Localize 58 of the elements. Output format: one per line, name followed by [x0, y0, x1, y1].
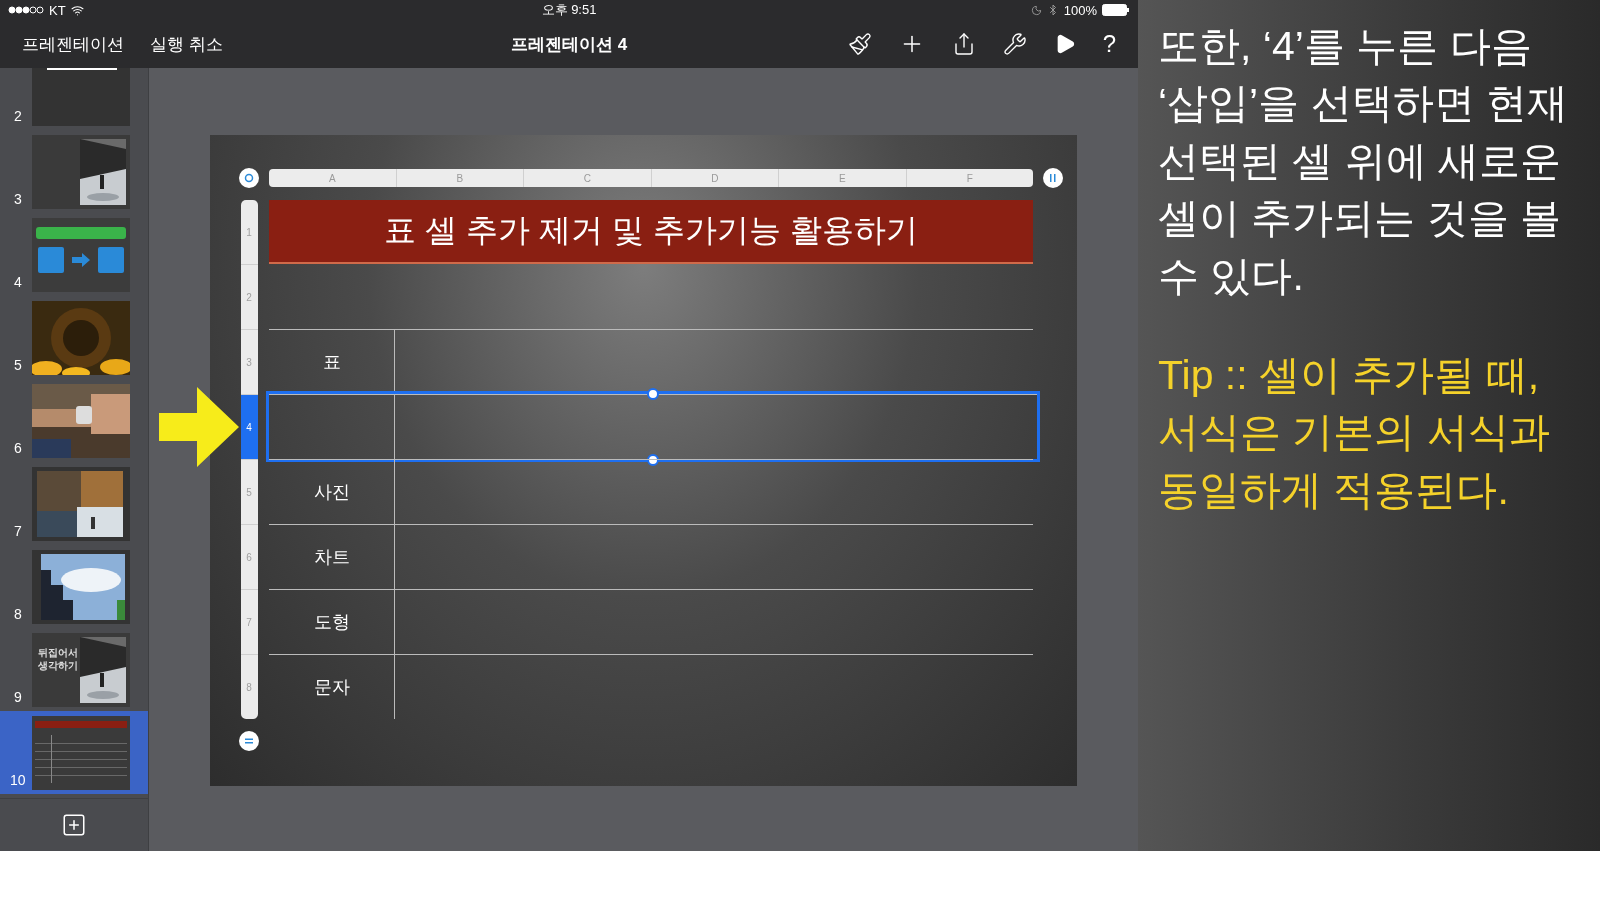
column-header[interactable]: D: [650, 169, 778, 187]
moon-icon: [1030, 4, 1042, 16]
row-header[interactable]: 6: [240, 524, 258, 589]
help-button[interactable]: ?: [1102, 30, 1116, 58]
slide-thumbnail[interactable]: 뒤집어서 생각하기: [31, 633, 130, 707]
slide-number: 3: [13, 191, 22, 207]
signal-icon: [8, 6, 44, 14]
wrench-icon[interactable]: [1002, 32, 1027, 56]
slide-number: 2: [13, 108, 22, 124]
column-header[interactable]: C: [523, 169, 651, 187]
column-header[interactable]: F: [905, 169, 1033, 187]
slide-item[interactable]: 3: [0, 130, 148, 213]
column-header[interactable]: B: [395, 169, 523, 187]
battery-percent: 100%: [1063, 2, 1097, 18]
arrow-icon: [156, 385, 241, 469]
table-cell-text: 문자: [313, 676, 350, 699]
table-cell-text: 차트: [313, 546, 350, 569]
carrier-name: KT: [49, 2, 66, 18]
row-header[interactable]: 2: [240, 264, 258, 329]
slide-number: 4: [13, 274, 22, 290]
slide-thumbnail[interactable]: [31, 218, 130, 292]
table-cell-text: 사진: [313, 481, 350, 504]
row-header[interactable]: 1: [240, 200, 258, 264]
back-button[interactable]: 프레젠테이션: [22, 32, 124, 56]
slide-item[interactable]: 9 뒤집어서 생각하기: [0, 628, 148, 711]
slide-number: 9: [13, 689, 22, 705]
caption-text: 또한, ‘4’를 누른 다음 ‘삽입’을 선택하면 현재 선택된 셀 위에 새로운 셀이 추가되는 것을 볼 수 있다.: [1158, 22, 1569, 301]
table-cell-text: 표: [322, 351, 341, 374]
slide-title: 표 셀 추가 제거 및 추가기능 활용하기: [384, 211, 918, 250]
column-resize-icon[interactable]: [1043, 168, 1063, 188]
undo-button[interactable]: 실행 취소: [150, 32, 223, 56]
slide-item[interactable]: 4: [0, 213, 148, 296]
slide-thumbnail[interactable]: [31, 68, 130, 126]
document-title: 프레젠테이션 4: [510, 33, 628, 56]
row-header[interactable]: 8: [240, 654, 258, 719]
table-cell-text: 도형: [313, 611, 350, 634]
caption-text: Tip :: 셀이 추가될 때, 서식은 기본의 서식과 동일하게 적용된다.: [1158, 350, 1551, 515]
slide-title: 뒤집어서 생각하기: [36, 647, 79, 672]
row-resize-icon[interactable]: [239, 731, 259, 751]
resize-handle[interactable]: [647, 454, 659, 466]
add-slide-icon[interactable]: [61, 812, 87, 838]
slide-thumbnail[interactable]: [31, 135, 130, 209]
slide-item[interactable]: 10: [0, 711, 148, 794]
slide-number: 5: [13, 357, 22, 373]
resize-handle[interactable]: [647, 388, 659, 400]
slide-item[interactable]: 2: [0, 68, 148, 130]
paintbrush-icon[interactable]: [847, 32, 872, 56]
slide-number: 8: [13, 606, 22, 622]
row-header[interactable]: 7: [240, 589, 258, 654]
slide-number: 7: [13, 523, 22, 539]
battery-icon: [1102, 4, 1130, 16]
table-handle[interactable]: [239, 168, 259, 188]
clock: 오후 9:51: [541, 1, 597, 19]
column-header[interactable]: A: [269, 169, 396, 187]
column-header[interactable]: E: [778, 169, 906, 187]
row-header[interactable]: 5: [240, 459, 258, 524]
wifi-icon: [70, 3, 84, 17]
slide-number: 6: [13, 440, 22, 456]
